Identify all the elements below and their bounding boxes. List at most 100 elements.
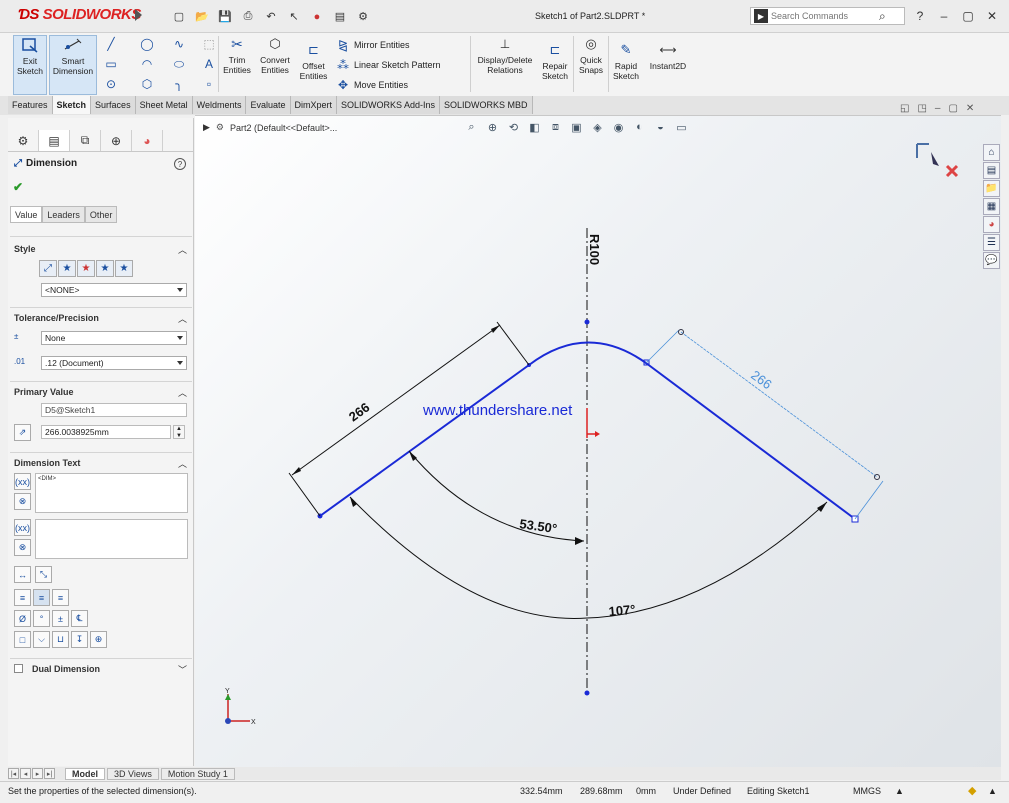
centerline-symbol-icon[interactable]: ℄ (71, 610, 88, 627)
undo-icon[interactable]: ↶ (260, 8, 282, 25)
text-icon[interactable]: A (202, 57, 216, 71)
rectangle-icon[interactable]: ▭ (104, 57, 118, 71)
minimize-icon[interactable]: – (935, 8, 953, 24)
circle-icon[interactable]: ◯ (140, 37, 154, 51)
dimension-name-field[interactable]: D5@Sketch1 (41, 403, 187, 417)
unit-system[interactable]: MMGS (853, 786, 881, 796)
tab-surfaces[interactable]: Surfaces (91, 96, 136, 114)
file-properties-icon[interactable]: ▤ (329, 8, 351, 25)
smart-dimension-button[interactable]: Smart Dimension (49, 35, 97, 95)
instant2d-button[interactable]: ⟷ Instant2D (646, 41, 690, 101)
convert-entities-button[interactable]: ⬡ Convert Entities (257, 35, 293, 95)
first-tab-icon[interactable]: |◂ (8, 768, 19, 779)
next-tab-icon[interactable]: ▸ (32, 768, 43, 779)
add-parentheses-icon[interactable]: (xx) (14, 473, 31, 490)
configuration-manager-icon[interactable]: ⧉ (70, 130, 101, 151)
collapse-dim-text-icon[interactable]: ︿ (178, 457, 187, 470)
tab-model[interactable]: Model (65, 767, 105, 780)
print-icon[interactable]: ⎙ (237, 8, 259, 25)
diameter-symbol-icon[interactable]: Ø (14, 610, 31, 627)
viewport-tile-icon[interactable]: ◳ (917, 103, 926, 114)
offset-entities-button[interactable]: ⊏ Offset Entities (297, 41, 330, 101)
align-center-icon[interactable]: ≡ (33, 589, 50, 606)
apply-default-style-icon[interactable]: ⤢ (39, 260, 57, 277)
dimension-value-field[interactable]: 266.0038925mm (41, 425, 171, 439)
inspection-dimension-2-icon[interactable]: ⊗ (14, 539, 31, 556)
inspection-dimension-icon[interactable]: ⊗ (14, 493, 31, 510)
precision-select[interactable]: .12 (Document) (41, 356, 187, 370)
unit-system-arrow-icon[interactable]: ▲ (895, 786, 904, 796)
align-left-icon[interactable]: ≡ (14, 589, 31, 606)
spline-icon[interactable]: ∿ (172, 37, 186, 51)
load-style-icon[interactable]: ★ (115, 260, 133, 277)
linear-sketch-pattern-button[interactable]: ⁂ Linear Sketch Pattern (336, 58, 441, 72)
rapid-sketch-button[interactable]: ✎ Rapid Sketch (611, 41, 641, 101)
depth-symbol-icon[interactable]: ↧ (71, 631, 88, 648)
search-icon[interactable]: ⌕ (879, 9, 886, 24)
menu-expand-arrow-icon[interactable] (135, 9, 142, 21)
ok-checkmark-icon[interactable]: ✔ (13, 180, 23, 194)
dual-dimension-checkbox[interactable] (14, 664, 23, 673)
viewport-close-icon[interactable]: ✕ (966, 103, 974, 114)
tab-sketch[interactable]: Sketch (52, 96, 92, 114)
save-style-icon[interactable]: ★ (96, 260, 114, 277)
search-commands[interactable]: ▶ ⌕ (750, 7, 905, 25)
construction-geometry-icon[interactable]: ⬚ (202, 37, 216, 51)
collapse-tolerance-icon[interactable]: ︿ (178, 312, 187, 325)
last-tab-icon[interactable]: ▸| (44, 768, 55, 779)
quick-snaps-button[interactable]: ◎ Quick Snaps (577, 35, 605, 95)
align-right-icon[interactable]: ≡ (52, 589, 69, 606)
rebuild-icon[interactable]: ● (306, 8, 328, 25)
subtab-leaders[interactable]: Leaders (42, 206, 85, 223)
property-manager-icon[interactable]: ▤ (39, 130, 70, 151)
dimension-text-area[interactable]: <DIM> (35, 473, 188, 513)
line-icon[interactable]: ╱ (104, 37, 118, 51)
expand-dual-dimension-icon[interactable]: ﹀ (178, 663, 187, 676)
square-symbol-icon[interactable]: □ (14, 631, 31, 648)
mirror-entities-button[interactable]: ⧎ Mirror Entities (336, 38, 410, 52)
style-select[interactable]: <NONE> (41, 283, 187, 297)
tab-3d-views[interactable]: 3D Views (107, 767, 159, 780)
display-manager-icon[interactable]: ◕ (132, 130, 163, 151)
viewport-maximize-icon[interactable]: ▢ (948, 103, 957, 114)
trim-entities-button[interactable]: ✂ Trim Entities (221, 35, 253, 95)
centered-text-icon[interactable]: ↔ (14, 566, 31, 583)
tab-dimxpert[interactable]: DimXpert (290, 96, 338, 114)
status-menu-icon[interactable]: ▲ (988, 786, 997, 796)
counterbore-symbol-icon[interactable]: ⊔ (52, 631, 69, 648)
options-gear-icon[interactable]: ⚙ (352, 8, 374, 25)
ellipse-icon[interactable]: ⬭ (172, 57, 186, 71)
help-icon[interactable]: ? (911, 8, 929, 24)
search-input[interactable] (771, 11, 879, 21)
new-document-icon[interactable]: ▢ (168, 8, 190, 25)
graphics-area[interactable]: ▶ ⚙ Part2 (Default<<Default>... ⌕ ⊕ ⟲ ◧ … (195, 115, 1001, 767)
rebuild-status-icon[interactable]: ◆ (968, 784, 976, 797)
move-entities-button[interactable]: ✥ Move Entities (336, 78, 408, 92)
exit-sketch-button[interactable]: Exit Sketch (13, 35, 47, 95)
add-parentheses-2-icon[interactable]: (xx) (14, 519, 31, 536)
collapse-style-icon[interactable]: ︿ (178, 243, 187, 256)
feature-manager-icon[interactable]: ⚙ (8, 130, 39, 151)
display-delete-relations-button[interactable]: ⊥ Display/Delete Relations (474, 35, 536, 95)
close-icon[interactable]: ✕ (983, 8, 1001, 24)
arc-icon[interactable]: ◠ (140, 57, 154, 71)
save-icon[interactable]: 💾 (214, 8, 236, 25)
tab-weldments[interactable]: Weldments (192, 96, 247, 114)
prev-tab-icon[interactable]: ◂ (20, 768, 31, 779)
open-icon[interactable]: 📂 (191, 8, 213, 25)
collapse-primary-icon[interactable]: ︿ (178, 386, 187, 399)
polygon-icon[interactable]: ⬡ (140, 77, 154, 91)
tab-evaluate[interactable]: Evaluate (246, 96, 291, 114)
tab-features[interactable]: Features (8, 96, 53, 114)
dimension-text-area-2[interactable] (35, 519, 188, 559)
viewport-minimize-icon[interactable]: – (935, 103, 941, 114)
viewport-restore-icon[interactable]: ◱ (900, 103, 909, 114)
select-icon[interactable]: ↖ (283, 8, 305, 25)
tab-solidworks-mbd[interactable]: SOLIDWORKS MBD (440, 96, 533, 114)
subtab-other[interactable]: Other (84, 206, 118, 223)
tab-motion-study-1[interactable]: Motion Study 1 (160, 767, 235, 780)
countersink-symbol-icon[interactable]: ⌵ (33, 631, 50, 648)
subtab-value[interactable]: Value (10, 206, 43, 223)
more-symbols-icon[interactable]: ⊕ (90, 631, 107, 648)
tolerance-select[interactable]: None (41, 331, 187, 345)
